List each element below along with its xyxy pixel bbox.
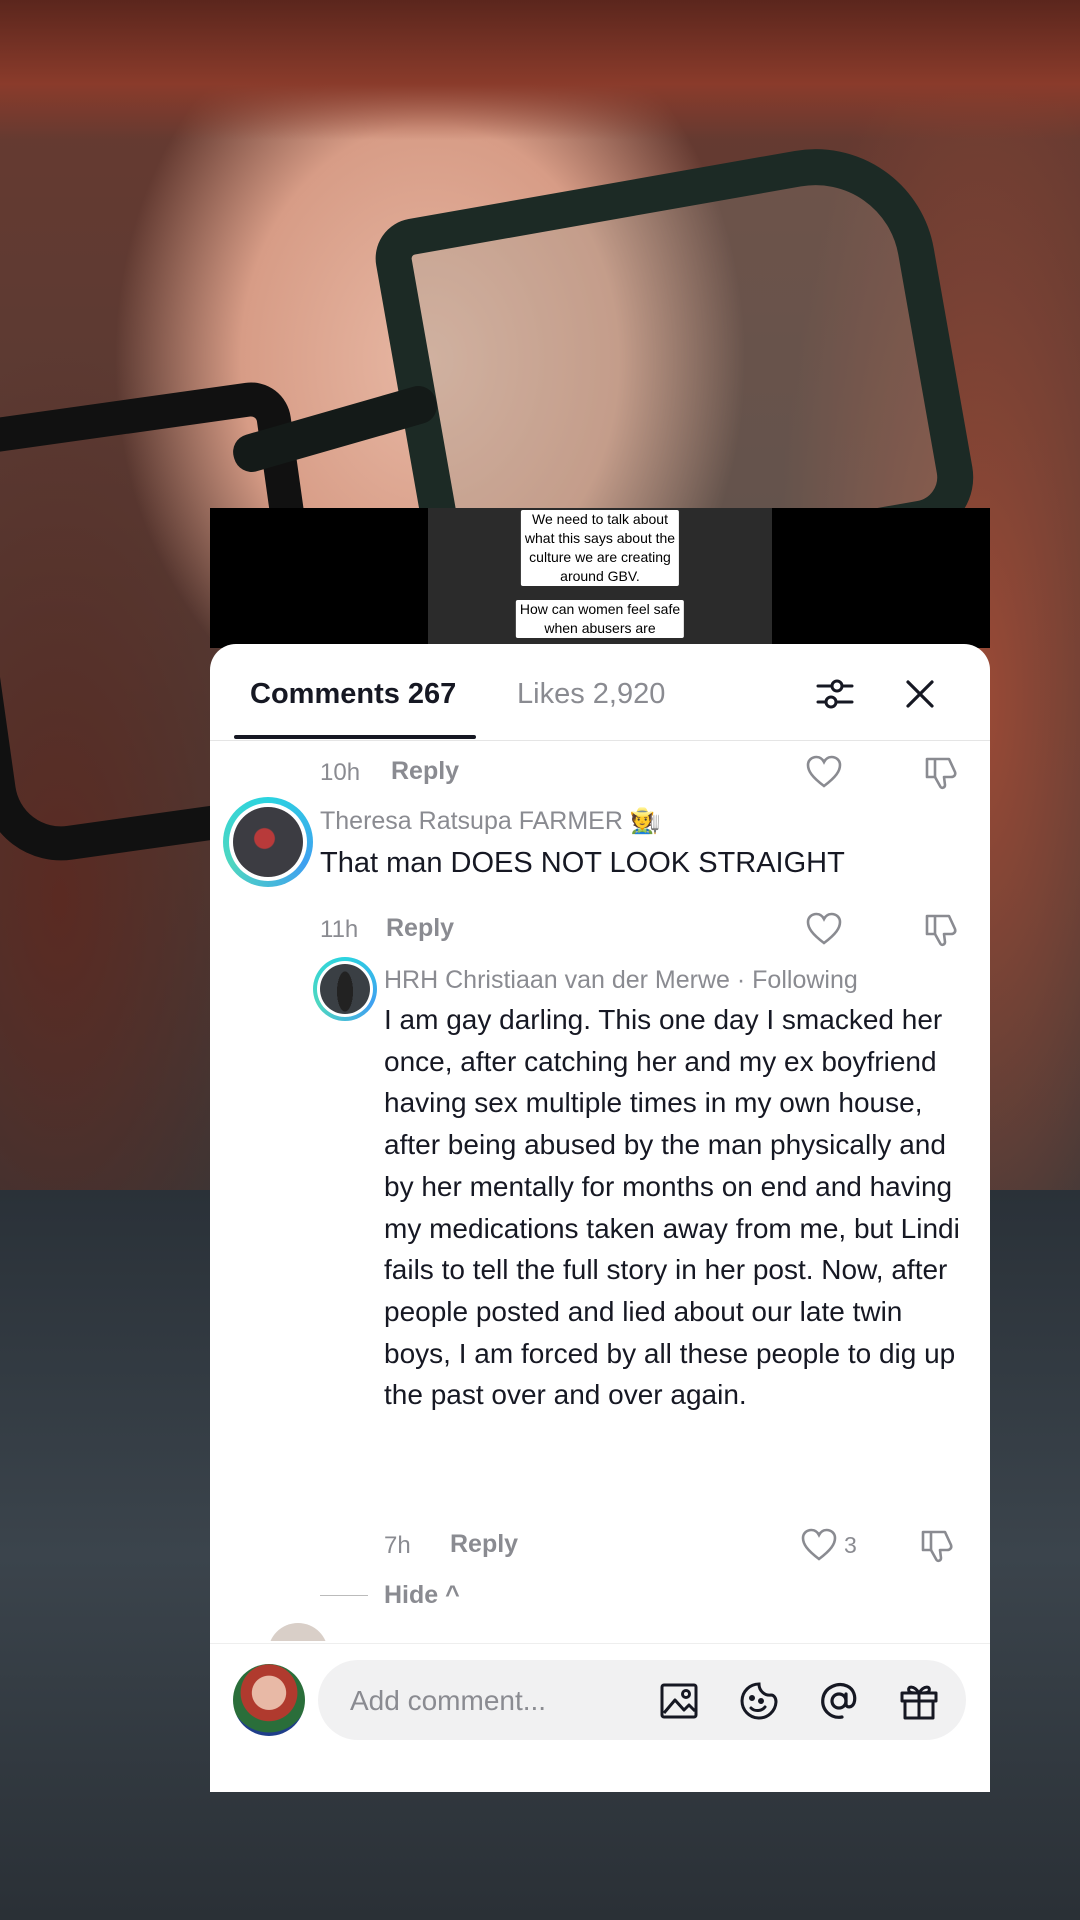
dislike-icon[interactable] <box>923 911 959 947</box>
comment-input-bar: Add comment... <box>210 1643 990 1792</box>
heart-icon[interactable] <box>806 755 842 789</box>
emoji-icon[interactable] <box>738 1680 780 1722</box>
mention-icon[interactable] <box>818 1680 860 1722</box>
video-caption-bottom: How can women feel safe when abusers are <box>515 600 685 638</box>
reply-time: 7h <box>384 1532 411 1559</box>
reply-username[interactable]: HRH Christiaan van der Merwe · Following <box>384 966 858 995</box>
tab-likes[interactable]: Likes 2,920 <box>517 678 665 711</box>
heart-icon[interactable] <box>801 1528 837 1562</box>
reply-button[interactable]: Reply <box>386 914 454 943</box>
mini-video-frame: We need to talk about what this says abo… <box>428 508 772 648</box>
comment-time: 11h <box>320 916 359 943</box>
dislike-icon[interactable] <box>919 1527 955 1563</box>
avatar[interactable] <box>268 1623 328 1641</box>
hair-region <box>0 0 1080 140</box>
video-caption-top: We need to talk about what this says abo… <box>520 510 680 586</box>
like-count: 3 <box>844 1532 857 1558</box>
tab-comments[interactable]: Comments 267 <box>250 678 456 711</box>
active-tab-indicator <box>234 735 476 739</box>
avatar[interactable] <box>313 957 377 1021</box>
reply-button[interactable]: Reply <box>450 1530 518 1559</box>
tab-bar: Comments 267 Likes 2,920 <box>210 644 990 741</box>
heart-icon[interactable] <box>806 912 842 946</box>
comment-time: 10h <box>320 759 361 786</box>
gift-icon[interactable] <box>898 1680 940 1722</box>
image-icon[interactable] <box>658 1680 700 1722</box>
hide-replies-button[interactable]: Hide ^ <box>384 1581 460 1610</box>
avatar[interactable] <box>223 797 313 887</box>
comment-list[interactable]: 10h Reply Theresa Ratsupa FARMER 🧑‍🌾 Tha… <box>210 741 990 1641</box>
comment-text: That man DOES NOT LOOK STRAIGHT <box>320 847 845 879</box>
divider <box>320 1595 368 1596</box>
close-icon[interactable] <box>900 674 940 714</box>
comment-username[interactable]: Theresa Ratsupa FARMER 🧑‍🌾 <box>320 807 661 836</box>
my-avatar[interactable] <box>233 1664 305 1736</box>
reply-text: I am gay darling. This one day I smacked… <box>384 1004 960 1411</box>
comments-panel: Comments 267 Likes 2,920 10h Reply There… <box>210 644 990 1792</box>
filter-icon[interactable] <box>815 674 855 714</box>
comment-input[interactable]: Add comment... <box>318 1660 966 1740</box>
dislike-icon[interactable] <box>923 754 959 790</box>
reply-button[interactable]: Reply <box>391 757 459 786</box>
comment-placeholder: Add comment... <box>350 1685 547 1716</box>
